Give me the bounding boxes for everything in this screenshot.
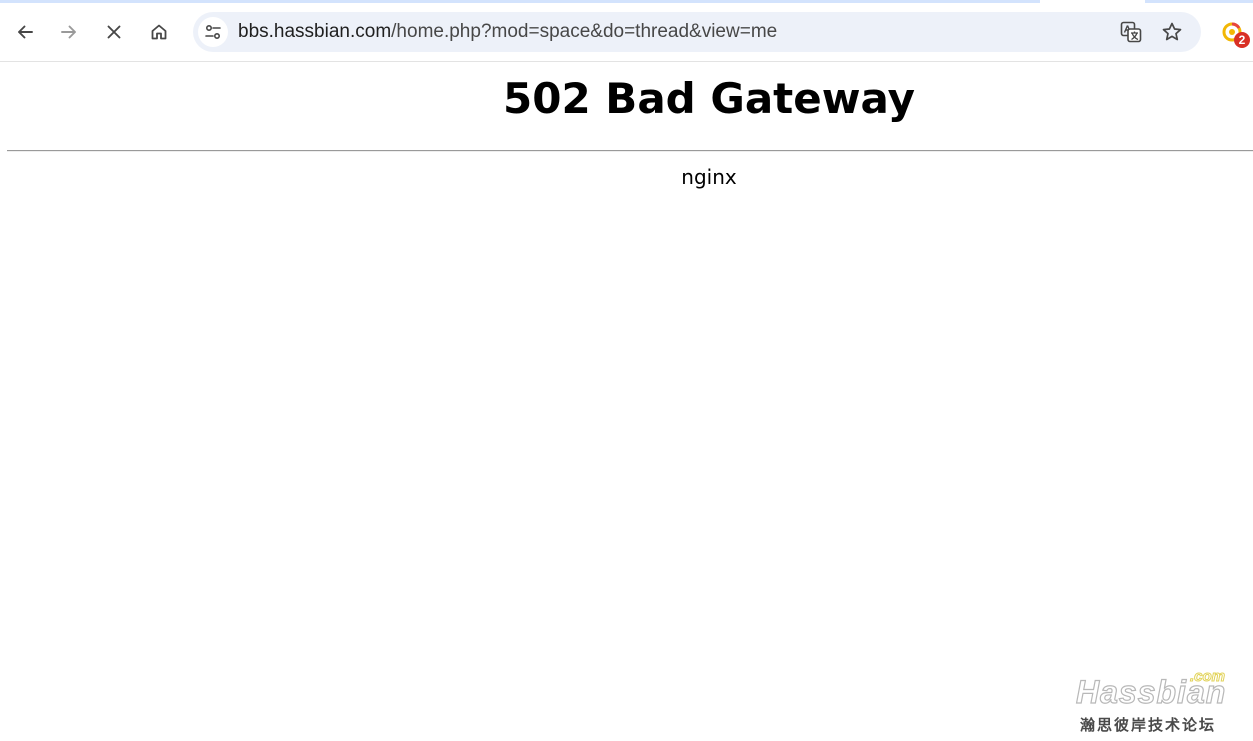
active-tab-stripe [0, 0, 1040, 3]
url-text[interactable]: bbs.hassbian.com/home.php?mod=space&do=t… [238, 21, 777, 43]
arrow-right-icon [61, 25, 76, 39]
back-button[interactable] [9, 16, 41, 48]
tab-stripe [1145, 0, 1253, 3]
url-host: bbs.hassbian.com [238, 21, 392, 42]
star-icon [1162, 22, 1182, 41]
tune-icon [205, 24, 221, 40]
site-info-button[interactable] [198, 17, 228, 47]
stop-loading-button[interactable] [98, 16, 130, 48]
translate-button[interactable] [1119, 20, 1143, 44]
watermark-name: Hassbian [1075, 673, 1227, 710]
browser-toolbar: bbs.hassbian.com/home.php?mod=space&do=t… [0, 0, 1253, 62]
extension-button[interactable]: 2 [1220, 20, 1252, 52]
error-heading: 502 Bad Gateway [503, 74, 915, 123]
page-content: 502 Bad Gateway nginx [0, 62, 1253, 741]
address-bar[interactable]: bbs.hassbian.com/home.php?mod=space&do=t… [193, 12, 1201, 52]
translate-icon [1120, 21, 1142, 43]
url-path: /home.php?mod=space&do=thread&view=me [391, 21, 778, 42]
server-name: nginx [681, 165, 737, 189]
divider [7, 150, 1253, 152]
home-icon [151, 24, 167, 40]
forward-button[interactable] [53, 16, 85, 48]
arrow-left-icon [18, 25, 33, 39]
bookmark-button[interactable] [1160, 20, 1184, 44]
extension-badge: 2 [1234, 32, 1250, 48]
close-icon [107, 25, 121, 39]
home-button[interactable] [143, 16, 175, 48]
hassbian-watermark: .com Hassbian 瀚思彼岸技术论坛 [1072, 668, 1242, 738]
watermark-tagline: 瀚思彼岸技术论坛 [1080, 716, 1217, 734]
